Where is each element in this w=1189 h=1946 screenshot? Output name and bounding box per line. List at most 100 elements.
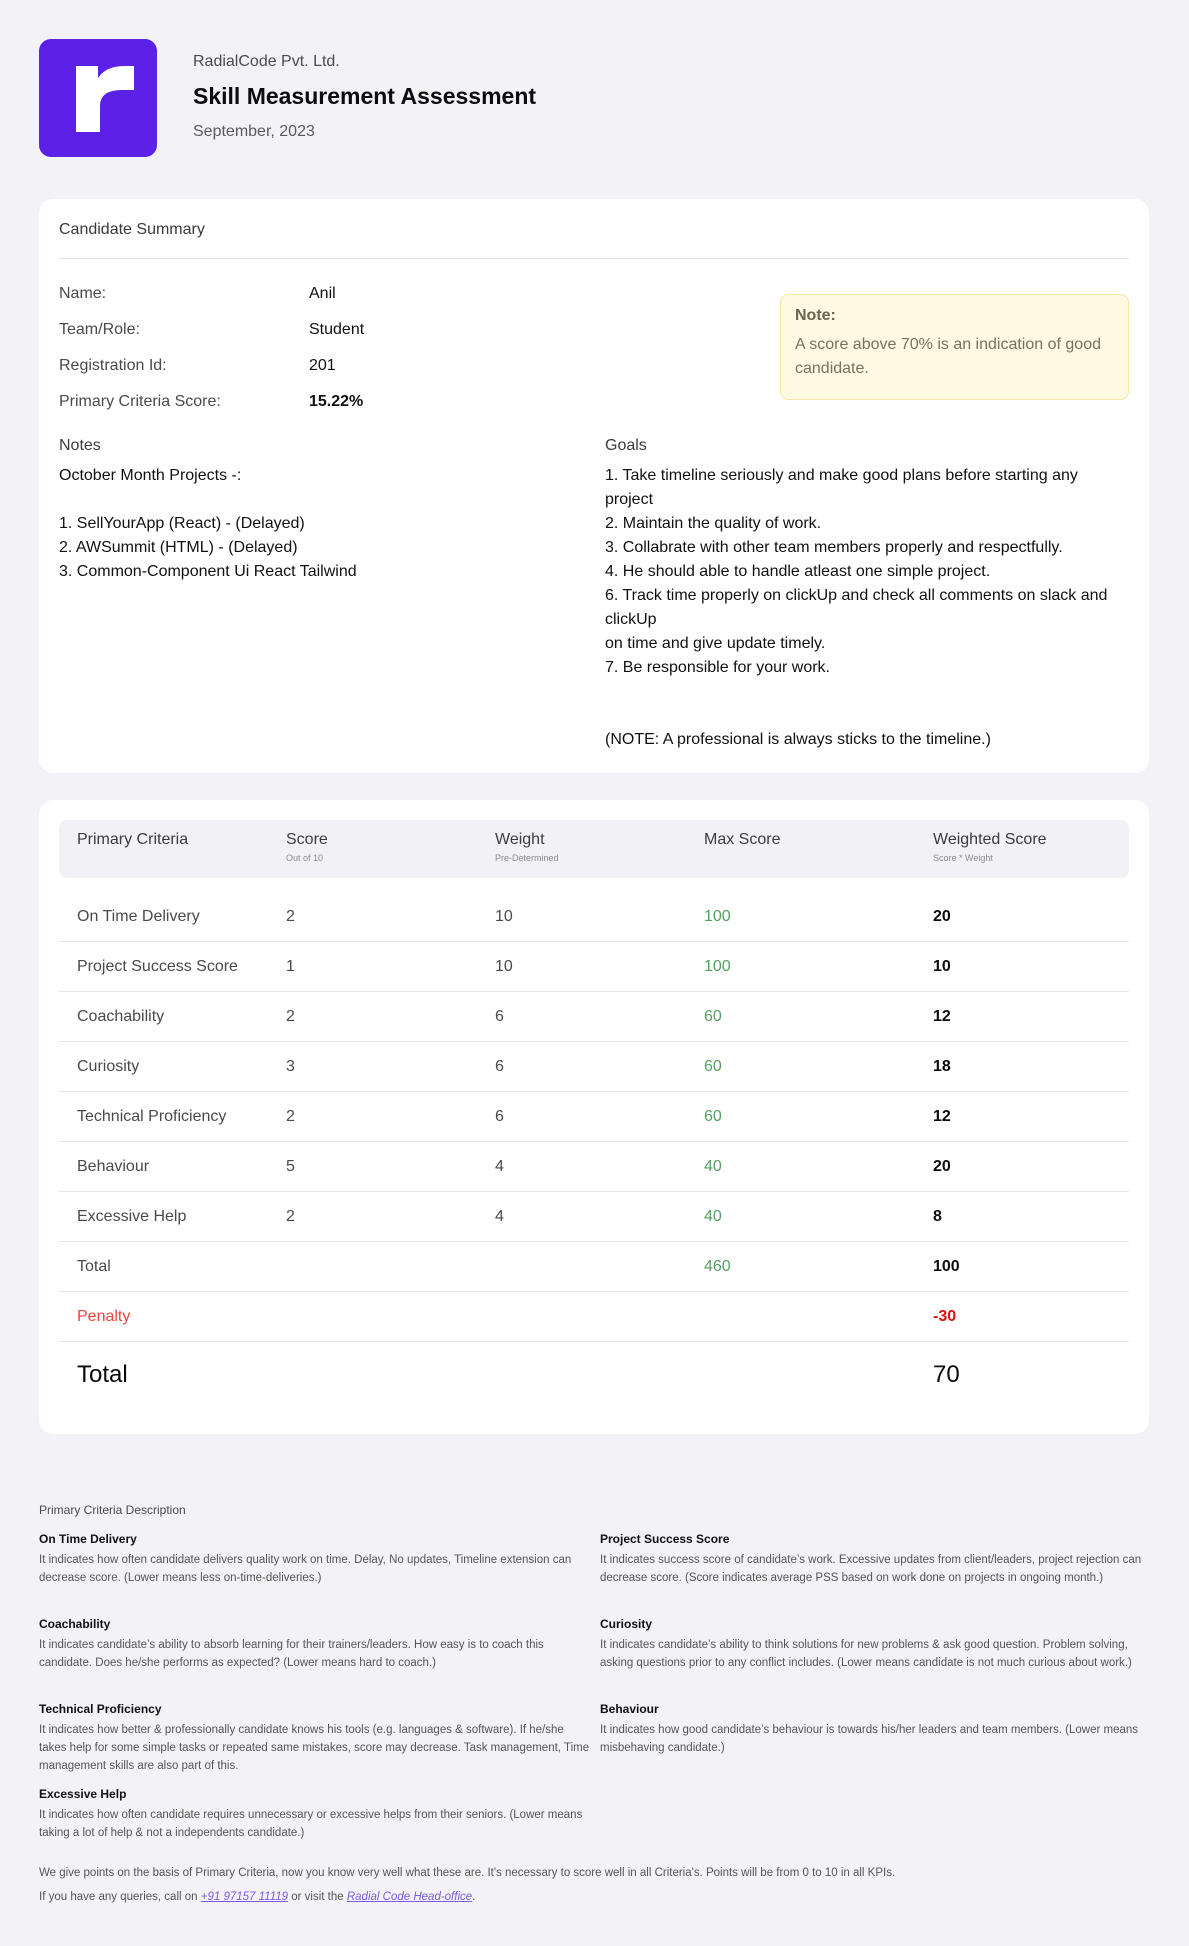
logo-r-icon [76,66,134,132]
weighted-score-cell: 20 [933,1158,951,1175]
description-text: It indicates how often candidate deliver… [39,1554,572,1584]
description-heading: Technical Proficiency [39,1702,162,1716]
max-score-cell: 60 [704,1108,722,1125]
table-header: Primary Criteria Score Out of 10 Weight … [59,820,1129,878]
column-header: Weight Pre-Determined [495,831,559,863]
score-cell: 2 [286,1008,295,1025]
description-heading: On Time Delivery [39,1532,137,1546]
weight-cell: 10 [495,908,513,925]
grand-total-value: 70 [933,1361,960,1388]
phone-link[interactable]: +91 97157 11119 [201,1891,288,1903]
weighted-score-cell: 12 [933,1108,951,1125]
description-heading: Coachability [39,1617,111,1631]
column-header: Score Out of 10 [286,831,328,863]
grand-total-row: Total 70 [59,1345,1129,1405]
goals-text: 1. Take timeline seriously and make good… [605,467,1108,748]
table-row: Excessive Help 2 4 40 8 [59,1192,1129,1242]
column-subtitle: Out of 10 [286,853,324,863]
company-name: RadialCode Pvt. Ltd. [193,53,340,70]
notes-text: October Month Projects -: 1. SellYourApp… [59,467,357,580]
description-text: It indicates how often candidate require… [39,1809,583,1839]
max-score-cell: 40 [704,1208,722,1225]
criteria-description: On Time Delivery It indicates how often … [39,1532,594,1587]
score-cell: 3 [286,1058,295,1075]
footer-contact: If you have any queries, call on +91 971… [39,1891,475,1903]
column-header: Max Score [704,831,780,849]
description-text: It indicates success score of candidate’… [600,1554,1142,1584]
description-heading: Project Success Score [600,1532,730,1546]
column-subtitle: Pre-Determined [495,853,559,863]
description-heading: Excessive Help [39,1787,127,1801]
description-text: It indicates candidate’s ability to abso… [39,1639,544,1669]
note-text: A score above 70% is an indication of go… [795,336,1101,377]
registration-id-value: 201 [309,357,336,374]
description-text: It indicates candidate’s ability to thin… [600,1639,1132,1669]
penalty-row: Penalty -30 [59,1292,1129,1342]
table-row: On Time Delivery 2 10 100 20 [59,892,1129,942]
weighted-score-cell: 10 [933,958,951,975]
team-role-value: Student [309,321,365,338]
column-title: Primary Criteria [77,831,189,848]
criteria-cell: Behaviour [77,1158,150,1175]
score-cell: 1 [286,958,295,975]
summary-heading: Candidate Summary [59,221,205,238]
weight-cell: 4 [495,1158,504,1175]
report-header: RadialCode Pvt. Ltd. Skill Measurement A… [39,39,1149,157]
footer-contact-text: . [472,1891,476,1903]
description-text: It indicates how good candidate’s behavi… [600,1724,1139,1754]
criteria-cell: On Time Delivery [77,908,200,925]
weighted-score-cell: 12 [933,1008,951,1025]
report-date: September, 2023 [193,123,315,140]
company-logo [39,39,157,157]
page-title: Skill Measurement Assessment [193,83,537,109]
candidate-summary-card: Candidate Summary Name: Anil Team/Role: … [39,199,1149,773]
criteria-description-title: Primary Criteria Description [39,1503,186,1517]
name-label: Name: [59,285,107,302]
head-office-link[interactable]: Radial Code Head-office [347,1891,472,1903]
weighted-score-cell: 18 [933,1058,951,1075]
criteria-description: Curiosity It indicates candidate’s abili… [600,1617,1155,1672]
table-row: Behaviour 5 4 40 20 [59,1142,1129,1192]
description-heading: Behaviour [600,1702,659,1716]
column-title: Max Score [704,831,781,848]
name-value: Anil [309,285,336,302]
max-score-cell: 60 [704,1058,722,1075]
penalty-label: Penalty [77,1308,131,1325]
description-text: It indicates how better & professionally… [39,1724,590,1772]
criteria-cell: Technical Proficiency [77,1108,227,1125]
score-cell: 2 [286,1208,295,1225]
criteria-description: Technical Proficiency It indicates how b… [39,1702,594,1775]
score-cell: 2 [286,908,295,925]
goals-label: Goals [605,437,647,454]
column-header: Weighted Score Score * Weight [933,831,1047,863]
score-table-card: Primary Criteria Score Out of 10 Weight … [39,800,1149,1434]
divider [59,258,1129,259]
score-cell: 5 [286,1158,295,1175]
primary-score-label: Primary Criteria Score: [59,393,221,410]
column-title: Weighted Score [933,831,1047,848]
total-max-score: 460 [704,1258,731,1275]
max-score-cell: 100 [704,908,731,925]
weight-cell: 6 [495,1058,504,1075]
description-heading: Curiosity [600,1617,653,1631]
max-score-cell: 60 [704,1008,722,1025]
note-callout: Note: A score above 70% is an indication… [780,294,1129,400]
score-cell: 2 [286,1108,295,1125]
weight-cell: 10 [495,958,513,975]
criteria-description: Behaviour It indicates how good candidat… [600,1702,1155,1757]
weighted-score-cell: 20 [933,908,951,925]
weight-cell: 6 [495,1008,504,1025]
table-row: Curiosity 3 6 60 18 [59,1042,1129,1092]
criteria-cell: Curiosity [77,1058,140,1075]
footer-note: We give points on the basis of Primary C… [39,1867,896,1879]
primary-score-value: 15.22% [309,393,364,410]
footer-contact-text: If you have any queries, call on [39,1891,201,1903]
weight-cell: 6 [495,1108,504,1125]
criteria-cell: Coachability [77,1008,165,1025]
column-subtitle: Score * Weight [933,853,993,863]
table-row: Technical Proficiency 2 6 60 12 [59,1092,1129,1142]
criteria-description: Excessive Help It indicates how often ca… [39,1787,594,1842]
max-score-cell: 40 [704,1158,722,1175]
weighted-score-cell: 8 [933,1208,942,1225]
footer-contact-text: or visit the [288,1891,347,1903]
